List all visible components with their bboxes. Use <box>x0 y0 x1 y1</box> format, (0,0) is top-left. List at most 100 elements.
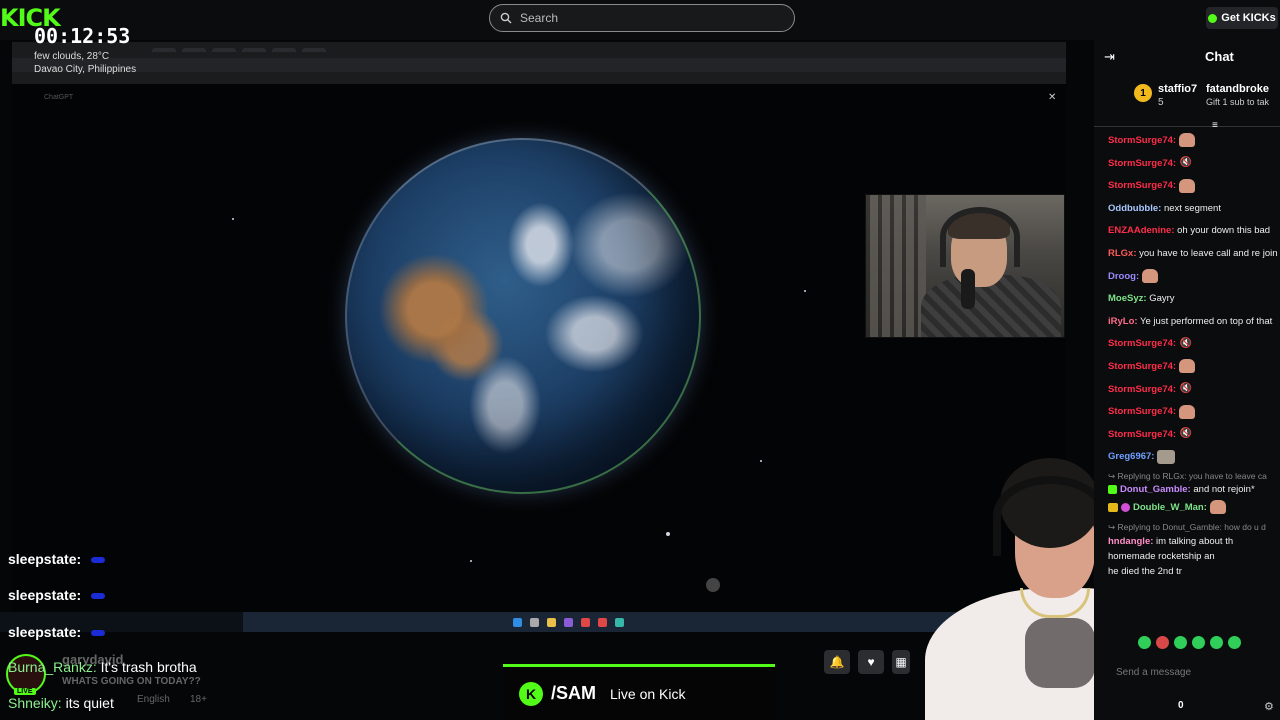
get-kicks-label: Get KICKs <box>1221 12 1276 24</box>
overlay-chat-line: Burna_Rankz: It's trash brotha <box>8 659 197 675</box>
overlay-chat-line: sleepstate: <box>8 624 106 640</box>
chat-message: StormSurge74: 🔇 <box>1108 428 1192 440</box>
reply-context: ↪ Replying to RLGx: you have to leave ca <box>1108 470 1267 481</box>
chat-message: RLGx: you have to leave call and re join <box>1108 247 1278 259</box>
notification-bell-button[interactable]: 🔔 <box>824 650 850 674</box>
mute-emote-icon: 🔇 <box>1179 428 1192 440</box>
star <box>470 560 472 562</box>
crown-badge-icon <box>1108 502 1118 512</box>
chat-message: Greg6967: <box>1108 446 1280 469</box>
chat-message-list: StormSurge74: StormSurge74: 🔇 StormSurge… <box>1108 130 1280 630</box>
weather-location: Davao City, Philippines <box>34 64 137 75</box>
emote-icon <box>1174 636 1187 649</box>
faded-stream-title: WHATS GOING ON TODAY?? <box>62 676 201 687</box>
blue-emote-icon <box>91 630 106 637</box>
earth-rim <box>345 138 701 494</box>
weather-widget: few clouds, 28°C Davao City, Philippines <box>34 50 136 76</box>
bell-icon: 🔔 <box>829 655 845 669</box>
gift-sub-prompt: Gift 1 sub to tak <box>1206 97 1270 107</box>
emote-icon <box>1156 636 1169 649</box>
app-icon <box>615 617 624 627</box>
gifter-username-2: fatandbroke <box>1206 83 1269 95</box>
chat-message: iRyLo: Ye just performed on top of that <box>1108 315 1273 327</box>
weather-condition: few clouds, 28°C <box>34 51 110 62</box>
chat-title: Chat <box>1205 49 1234 64</box>
star <box>232 218 234 220</box>
gift-badge-icon <box>1121 502 1130 512</box>
chat-message: MoeSyz: Gayry <box>1108 293 1175 305</box>
screen-share-browser-tabs <box>12 42 1066 58</box>
emote-quick-bar[interactable] <box>1138 636 1241 649</box>
settings-gear-icon[interactable]: ⚙ <box>1264 700 1274 713</box>
blue-emote-icon <box>91 557 106 564</box>
get-kicks-button[interactable]: Get KICKs <box>1206 7 1278 29</box>
gift-icon: ▦ <box>895 655 907 669</box>
live-status: Live on Kick <box>610 685 686 702</box>
blue-emote-icon <box>91 593 106 600</box>
reply-context: ↪ Replying to Donut_Gamble: how do u d <box>1108 521 1266 532</box>
search-input[interactable]: Search <box>489 4 795 32</box>
hand-emote-icon <box>1178 133 1195 148</box>
mute-emote-icon: 🔇 <box>1179 337 1192 349</box>
screen-share-address-bar <box>12 58 1066 72</box>
hand-emote-icon <box>1178 404 1195 419</box>
hand-emote-icon <box>1178 178 1195 193</box>
chat-message: Donut_Gamble: and not rejoin* <box>1108 483 1280 497</box>
pinned-gift-bar[interactable]: 1 staffio7 5 fatandbroke Gift 1 sub to t… <box>1094 76 1280 126</box>
follow-heart-button[interactable]: ♥ <box>858 650 884 674</box>
chat-message: StormSurge74: <box>1108 175 1280 198</box>
chat-message: Double_W_Man: <box>1108 497 1280 520</box>
emote-icon <box>1210 636 1223 649</box>
star <box>760 460 762 462</box>
mute-emote-icon: 🔇 <box>1179 157 1192 169</box>
folder-icon <box>547 617 556 627</box>
chat-message: hndangle: im talking about th <box>1108 535 1234 547</box>
hand-emote-icon <box>1178 359 1195 374</box>
chat-message: StormSurge74: 🔇 <box>1108 383 1192 395</box>
search-icon <box>500 12 512 24</box>
face-emote-icon <box>1157 449 1176 464</box>
kick-k-icon: K <box>519 681 543 706</box>
star <box>666 532 670 536</box>
emote-icon <box>1192 636 1205 649</box>
chat-message-cont: homemade rocketship an <box>1108 550 1215 562</box>
heart-icon: ♥ <box>867 655 875 669</box>
screen-share-app-label: ChatGPT <box>44 94 74 101</box>
chat-message: Droog: <box>1108 266 1280 289</box>
chat-message: ENZAAdenine: oh your down this bad <box>1108 225 1271 237</box>
channel-name: /SAM <box>551 683 596 703</box>
chat-message: StormSurge74: 🔇 <box>1108 337 1192 350</box>
stream-timer: 00:12:53 <box>34 24 131 48</box>
emote-icon <box>1138 636 1151 649</box>
language-tag: English <box>137 694 170 705</box>
windows-icon <box>513 617 522 627</box>
chat-message: Oddbubble: next segment <box>1108 202 1221 214</box>
chat-panel: ⇥ Chat 1 staffio7 5 fatandbroke Gift 1 s… <box>1094 40 1280 720</box>
chat-message: StormSurge74: <box>1108 401 1280 424</box>
overlay-chat-line: Shneiky: its quiet <box>8 695 114 711</box>
divider <box>1094 126 1280 127</box>
streamer-webcam-small <box>865 194 1065 338</box>
emote-icon <box>1228 636 1241 649</box>
kicks-count: 0 <box>1178 700 1184 711</box>
chat-message-input[interactable]: Send a message <box>1116 662 1266 684</box>
mute-emote-icon: 🔇 <box>1179 383 1192 395</box>
chat-message: StormSurge74: 🔇 <box>1108 157 1192 169</box>
live-on-kick-banner: K /SAM Live on Kick <box>503 667 775 720</box>
search-placeholder: Search <box>520 11 559 25</box>
chrome-icon <box>598 617 607 627</box>
top-navbar: KICK Search Get KICKs <box>0 0 1280 40</box>
gift-count: 5 <box>1158 97 1164 108</box>
hand-emote-icon <box>1209 500 1226 515</box>
gold-badge-icon: 1 <box>1134 84 1152 102</box>
kick-stream-page: KICK Search Get KICKs ChatGPT ✕ 00:12:53… <box>0 0 1280 720</box>
close-icon: ✕ <box>1048 92 1057 103</box>
gift-button[interactable]: ▦ <box>892 650 910 674</box>
chat-message: StormSurge74: <box>1108 130 1280 153</box>
star <box>804 290 806 292</box>
overlay-chat-line: sleepstate: <box>8 587 106 603</box>
chat-message: StormSurge74: <box>1108 356 1280 379</box>
collapse-chat-icon[interactable]: ⇥ <box>1104 49 1115 65</box>
search-icon <box>530 617 539 627</box>
sub-badge-icon <box>1108 484 1117 494</box>
